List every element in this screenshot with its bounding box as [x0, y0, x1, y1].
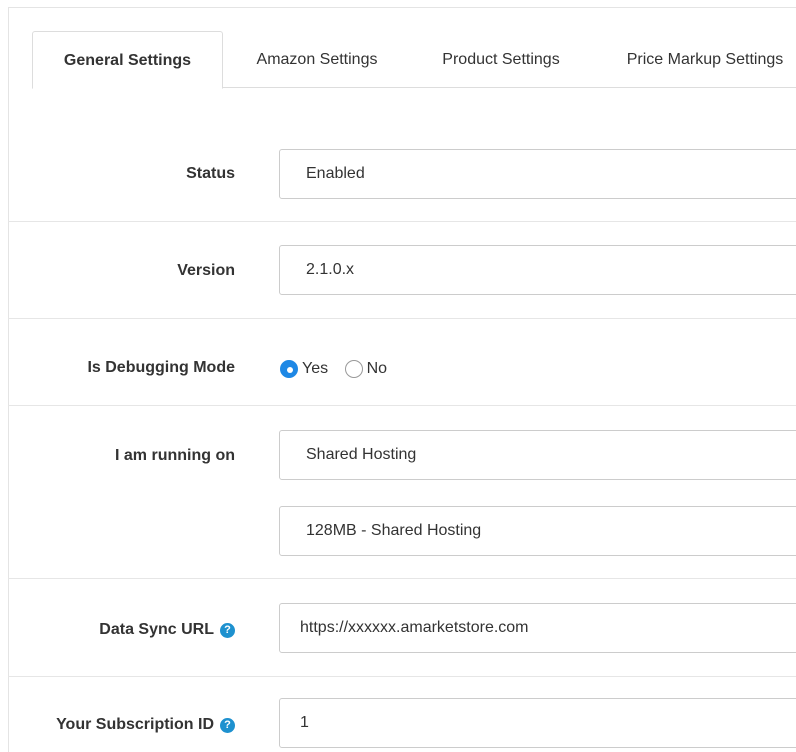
row-divider — [8, 221, 796, 222]
debugging-label: Is Debugging Mode — [87, 359, 235, 376]
row-divider — [8, 318, 796, 319]
version-value: 2.1.0.x — [306, 261, 355, 278]
data-sync-url-label-text: Data Sync URL — [99, 621, 214, 638]
hosting-type-value: Shared Hosting — [306, 446, 417, 463]
data-sync-url-value: https://xxxxxx.amarketstore.com — [300, 619, 529, 636]
panel-left-border — [8, 7, 9, 752]
radio-unchecked-icon[interactable] — [344, 360, 363, 378]
radio-checked-icon[interactable] — [280, 360, 298, 378]
question-circle-icon[interactable]: ? — [220, 623, 235, 638]
row-divider — [8, 676, 796, 677]
data-sync-url-label: Data Sync URL? — [99, 621, 235, 639]
tab-general-settings[interactable]: General Settings — [32, 31, 223, 89]
memory-limit-value: 128MB - Shared Hosting — [306, 522, 482, 539]
debugging-yes-label: Yes — [302, 360, 329, 377]
debugging-yes-radio[interactable]: Yes — [280, 360, 328, 378]
subscription-id-input[interactable]: 1 — [279, 698, 796, 748]
hosting-type-select[interactable]: Shared Hosting — [279, 430, 796, 480]
question-circle-icon[interactable]: ? — [220, 718, 235, 733]
subscription-id-label-text: Your Subscription ID — [56, 716, 214, 733]
status-value: Enabled — [306, 165, 365, 182]
tab-product-settings[interactable]: Product Settings — [425, 31, 577, 88]
debugging-no-radio[interactable]: No — [344, 360, 388, 378]
subscription-id-value: 1 — [300, 714, 309, 731]
version-label: Version — [177, 262, 235, 279]
tab-amazon-settings[interactable]: Amazon Settings — [242, 31, 392, 88]
version-select[interactable]: 2.1.0.x — [279, 245, 796, 295]
debugging-no-label: No — [366, 360, 388, 377]
memory-limit-select[interactable]: 128MB - Shared Hosting — [279, 506, 796, 556]
settings-tabs: General Settings Amazon Settings Product… — [32, 31, 796, 89]
data-sync-url-input[interactable]: https://xxxxxx.amarketstore.com — [279, 603, 796, 653]
panel-top-border — [8, 7, 796, 8]
running-on-label: I am running on — [115, 447, 235, 464]
subscription-id-label: Your Subscription ID? — [56, 716, 235, 734]
tab-price-markup-settings[interactable]: Price Markup Settings — [605, 31, 796, 88]
status-label: Status — [186, 165, 235, 182]
debugging-radio-group: Yes No — [280, 360, 399, 382]
row-divider — [8, 405, 796, 406]
row-divider — [8, 578, 796, 579]
status-select[interactable]: Enabled — [279, 149, 796, 199]
